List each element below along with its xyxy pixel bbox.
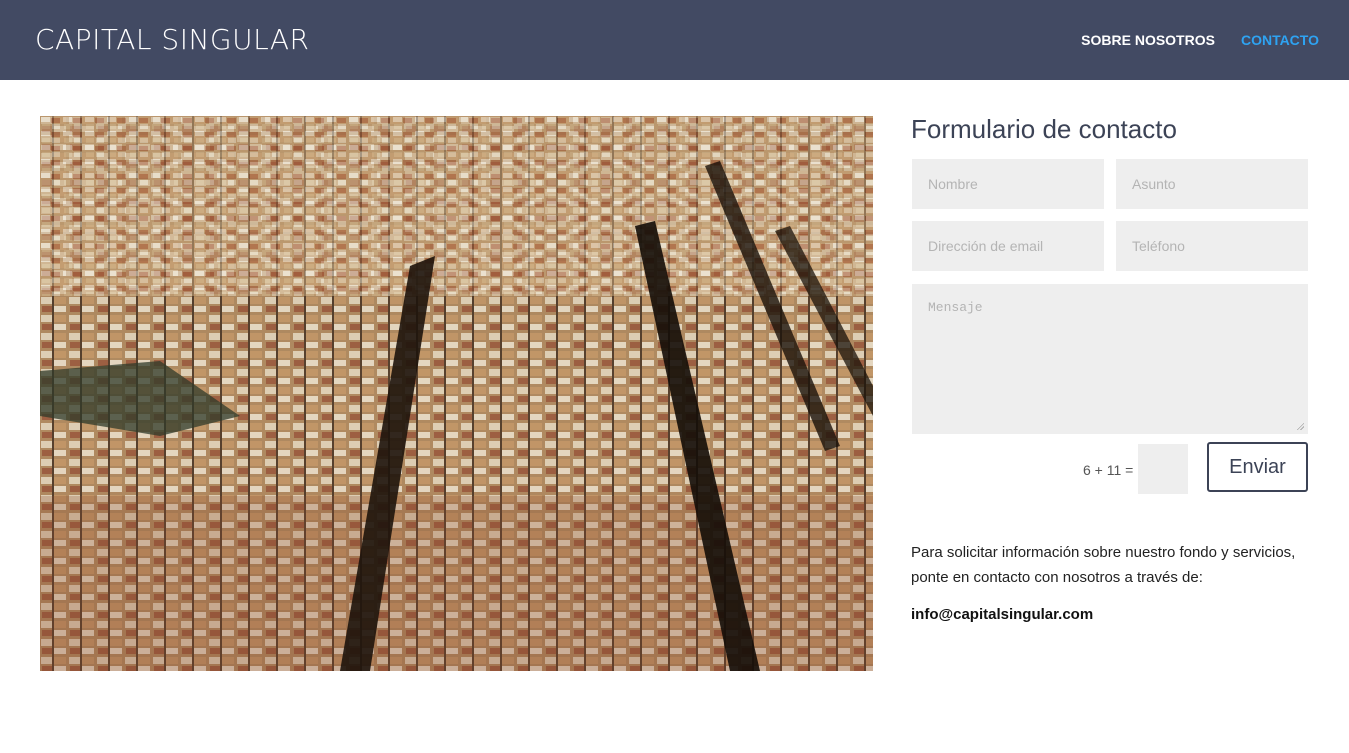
phone-field[interactable] — [1116, 221, 1308, 271]
nav-link-sobre-nosotros[interactable]: SOBRE NOSOTROS — [1081, 31, 1215, 49]
nav-link-contacto[interactable]: CONTACTO — [1241, 31, 1319, 49]
message-field[interactable] — [912, 284, 1308, 434]
aerial-city-image — [40, 116, 873, 671]
main-nav: SOBRE NOSOTROS CONTACTO — [1081, 31, 1319, 49]
contact-info-text: Para solicitar información sobre nuestro… — [911, 544, 1296, 586]
contact-email-link[interactable]: info@capitalsingular.com — [911, 604, 1093, 626]
resize-grip-icon[interactable] — [1296, 422, 1304, 430]
site-logo[interactable]: CAPITAL SINGULAR — [35, 22, 309, 58]
captcha-input[interactable] — [1138, 444, 1188, 494]
form-title: Formulario de contacto — [911, 114, 1177, 144]
submit-button[interactable]: Enviar — [1207, 442, 1308, 492]
name-field[interactable] — [912, 159, 1104, 209]
email-field[interactable] — [912, 221, 1104, 271]
captcha-question: 6 + 11 = — [1083, 462, 1134, 478]
site-header: CAPITAL SINGULAR SOBRE NOSOTROS CONTACTO — [0, 0, 1349, 80]
subject-field[interactable] — [1116, 159, 1308, 209]
